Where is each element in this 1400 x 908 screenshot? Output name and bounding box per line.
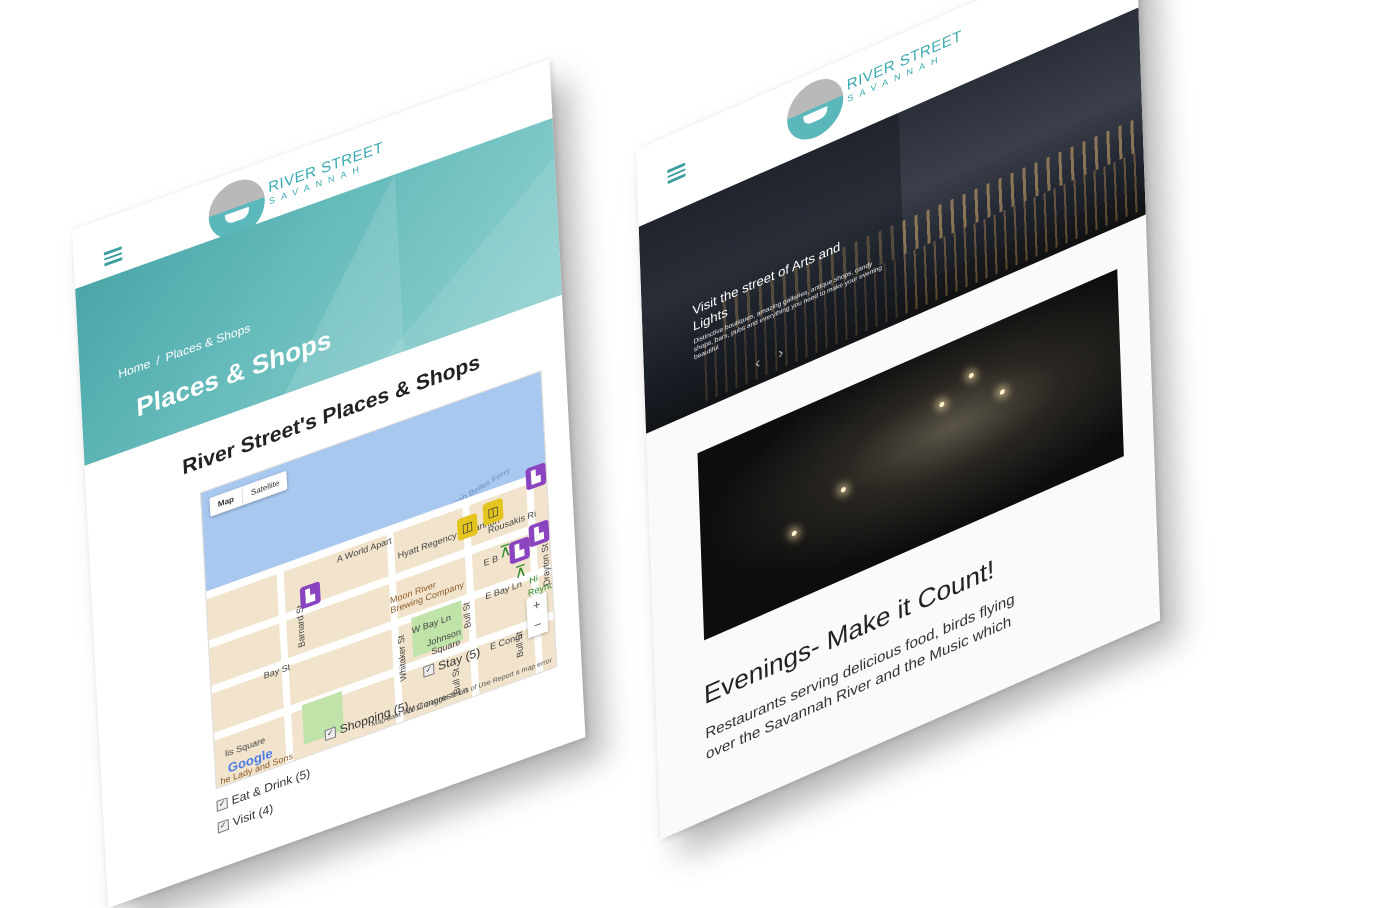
map-label: Whitaker St	[395, 633, 409, 683]
places-shops-page: RIVER STREET SAVANNAH Home / Places & Shop…	[72, 59, 586, 908]
home-page: RIVER STREET SAVANNAH Visit the street o…	[636, 0, 1161, 840]
breadcrumb-home[interactable]: Home	[118, 356, 151, 381]
logo-umbrella-icon	[786, 69, 845, 150]
checkbox-icon[interactable]: ✓	[422, 663, 435, 679]
logo-line1: RIVER STREET	[846, 27, 963, 95]
menu-icon[interactable]	[667, 162, 686, 184]
checkbox-icon[interactable]: ✓	[217, 819, 230, 834]
breadcrumb-separator: /	[155, 352, 161, 368]
zoom-control: + −	[526, 591, 549, 639]
checkbox-icon[interactable]: ✓	[324, 726, 337, 742]
checkbox-icon[interactable]: ✓	[216, 797, 228, 813]
map-label: Barnard St	[294, 603, 307, 650]
drink-marker-icon[interactable]: ◫	[456, 512, 478, 542]
menu-icon[interactable]	[103, 246, 123, 266]
map-label: Bull St	[461, 600, 473, 630]
mockup-stage: RIVER STREET SAVANNAH Home / Places & Shop…	[0, 0, 1400, 908]
